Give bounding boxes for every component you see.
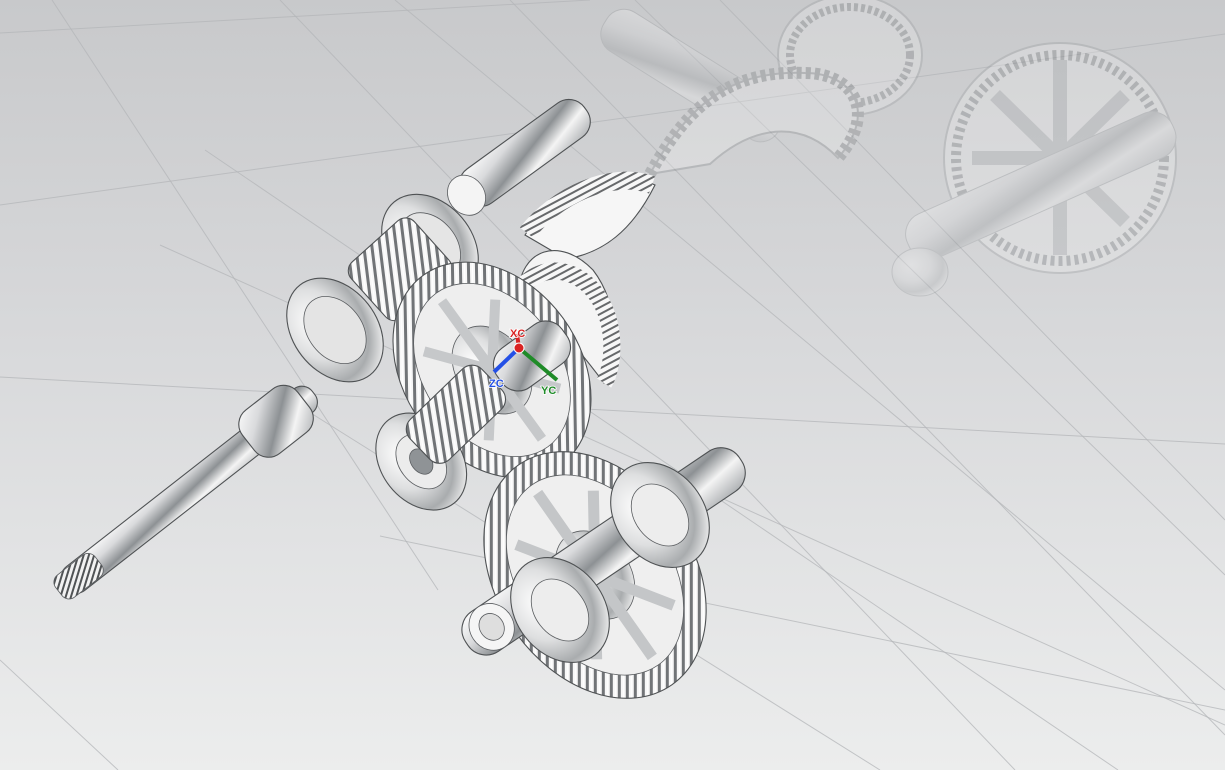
cad-3d-viewport[interactable]: XC YC ZC	[0, 0, 1225, 770]
triad-origin-icon	[513, 342, 525, 354]
main-gear-assembly[interactable]	[42, 92, 754, 741]
y-axis-label: YC	[541, 385, 556, 397]
x-axis-label: XC	[510, 328, 525, 340]
input-threaded-shaft[interactable]	[42, 371, 330, 613]
ghost-shaft-end	[891, 247, 949, 297]
z-axis-label: ZC	[489, 378, 504, 390]
ghost-gear-assembly	[600, 0, 1177, 297]
cad-graphics-window[interactable]: XC YC ZC	[0, 0, 1225, 770]
